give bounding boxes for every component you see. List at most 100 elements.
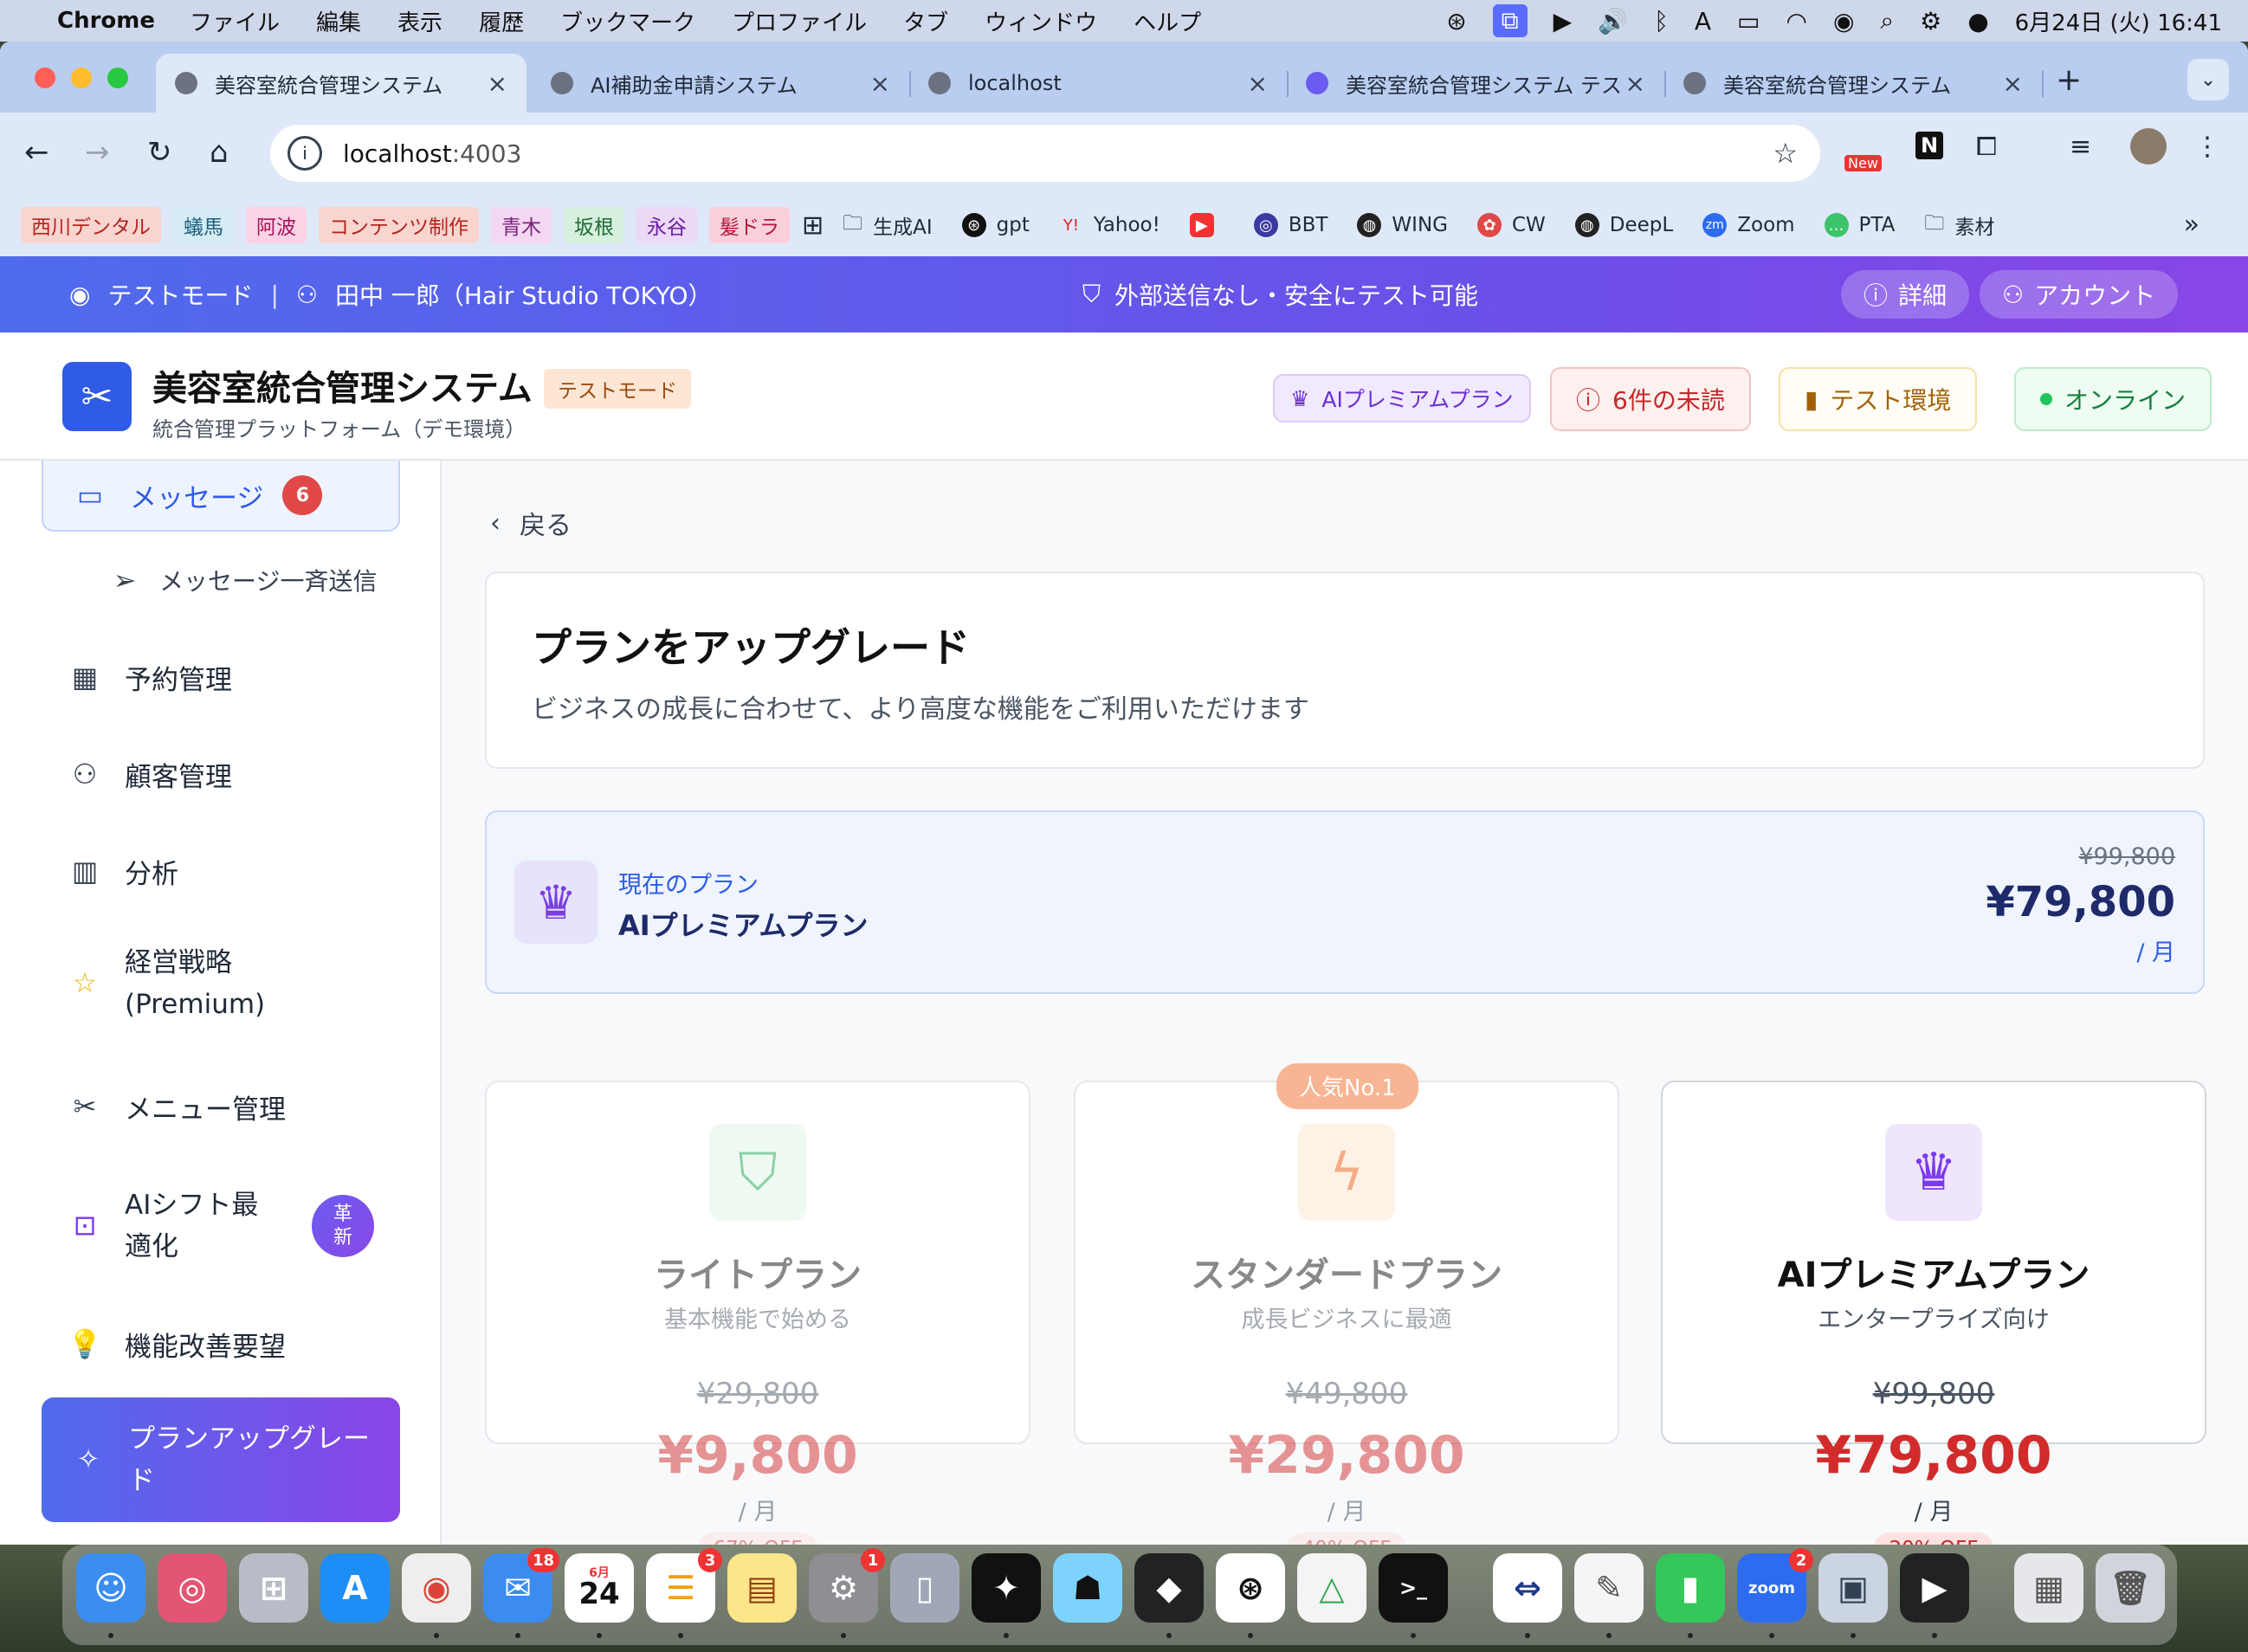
sidebar-item-strategy[interactable]: ☆ 経営戦略 (Premium) (42, 937, 400, 1030)
finder-icon[interactable]: ☺ (76, 1553, 145, 1638)
sparkle-app-icon[interactable]: ✦ (972, 1553, 1041, 1638)
sidebar-item-broadcast[interactable]: ➢ メッセージ一斉送信 (107, 556, 466, 604)
kindle-icon[interactable]: ☗ (1053, 1553, 1122, 1623)
details-button[interactable]: ⓘ 詳細 (1841, 270, 1970, 319)
numbers-icon[interactable]: ▮ (1656, 1553, 1725, 1638)
sidebar-item-feedback[interactable]: 💡 機能改善要望 (42, 1318, 400, 1370)
plan-card-ai-premium[interactable]: ♛ AIプレミアムプラン エンタープライズ向け ¥99,800 ¥79,800 … (1661, 1081, 2206, 1545)
openai-status-icon[interactable]: ⊛ (1446, 7, 1466, 35)
site-info-icon[interactable]: i (287, 136, 322, 171)
tab-5[interactable]: 美容室統合管理システム × (1664, 54, 2044, 113)
textedit-icon[interactable]: ✎ (1574, 1553, 1644, 1638)
zoom-window-button[interactable] (107, 68, 128, 88)
extensions-puzzle-icon[interactable]: ⧠ (1976, 132, 1997, 162)
close-tab-icon[interactable]: × (1625, 69, 1645, 98)
bookmark-link[interactable]: ◎ BBT (1253, 213, 1327, 237)
menubar-app-name[interactable]: Chrome (57, 8, 155, 34)
menu-help[interactable]: ヘルプ (1134, 5, 1201, 37)
scissors-icon[interactable]: ✂ (62, 362, 132, 431)
sidebar-item-ai-shift[interactable]: ⊡ AIシフト最 適化 革 新 (42, 1179, 400, 1273)
apps-grid-icon[interactable]: ⊞ (802, 210, 824, 241)
tab-1[interactable]: 美容室統合管理システム × (156, 54, 526, 113)
spotlight-icon[interactable]: ⌕ (1880, 6, 1894, 35)
address-bar[interactable]: i localhost:4003 ☆ (270, 125, 1820, 182)
bookmark-link[interactable]: ▶ (1189, 213, 1224, 237)
input-source-icon[interactable]: A (1695, 7, 1711, 35)
home-icon[interactable]: ⌂ (210, 135, 229, 170)
cube-app-icon[interactable]: ◆ (1134, 1553, 1204, 1638)
tab-search-button[interactable]: ⌄ (2187, 59, 2229, 100)
close-window-button[interactable] (35, 68, 55, 88)
menu-edit[interactable]: 編集 (316, 5, 361, 37)
bookmark-chip[interactable]: 青木 (491, 207, 552, 243)
menu-view[interactable]: 表示 (397, 5, 442, 37)
plan-card-light[interactable]: ⛉ ライトプラン 基本機能で始める ¥29,800 ¥9,800 / 月 67%… (485, 1081, 1030, 1545)
bookmark-star-icon[interactable]: ☆ (1773, 137, 1798, 170)
reload-icon[interactable]: ↻ (147, 135, 172, 170)
bookmark-chip[interactable]: 西川デンタル (21, 207, 161, 243)
bookmark-link[interactable]: Y! Yahoo! (1059, 213, 1160, 237)
wifi-icon[interactable]: ◠ (1786, 7, 1807, 35)
sidebar-item-customers[interactable]: ⚇ 顧客管理 (42, 748, 400, 800)
more-bookmarks-icon[interactable]: » (2184, 210, 2200, 240)
bookmark-chip[interactable]: コンテンツ制作 (319, 207, 479, 243)
bookmark-link[interactable]: zm Zoom (1702, 213, 1795, 237)
notes-icon[interactable]: ▤ (727, 1553, 797, 1623)
bookmark-chip[interactable]: 阿波 (246, 207, 307, 243)
new-tab-button[interactable]: + (2056, 62, 2082, 98)
back-arrow-icon[interactable]: ← (24, 135, 49, 170)
reading-list-icon[interactable]: ≡ (2070, 132, 2091, 162)
profile-avatar[interactable] (2130, 128, 2167, 165)
close-tab-icon[interactable]: × (870, 69, 890, 98)
close-tab-icon[interactable]: × (488, 69, 507, 98)
close-tab-icon[interactable]: × (1248, 69, 1268, 98)
bookmark-chip[interactable]: 蟻馬 (173, 207, 234, 243)
trash-icon[interactable]: 🗑 (2096, 1553, 2165, 1623)
kebab-menu-icon[interactable]: ⋮ (2194, 132, 2220, 162)
account-button[interactable]: ⚇ アカウント (1980, 270, 2179, 319)
menu-bookmarks[interactable]: ブックマーク (560, 5, 695, 37)
bookmark-chip[interactable]: 髪ドラ (709, 207, 790, 243)
unread-button[interactable]: ⓘ 6件の未読 (1550, 367, 1751, 431)
user-icon[interactable]: ◉ (1833, 7, 1854, 35)
final-cut-icon[interactable]: ▶ (1900, 1553, 1969, 1638)
bookmark-link[interactable]: ✿ CW (1476, 213, 1546, 237)
bookmark-link[interactable]: ⊛ gpt (961, 213, 1030, 237)
sidebar-item-analytics[interactable]: ▥ 分析 (42, 845, 400, 897)
play-icon[interactable]: ▶ (1554, 7, 1573, 35)
chrome-icon[interactable]: ◉ (402, 1553, 471, 1638)
system-settings-icon[interactable]: ⚙ 1 (809, 1548, 885, 1638)
bookmark-folder[interactable]: 🗀 素材 (1924, 209, 1994, 242)
calendar-icon[interactable]: 6月 24 (565, 1553, 634, 1638)
app-store-icon[interactable]: A (320, 1553, 390, 1623)
google-drive-icon[interactable]: △ (1297, 1553, 1366, 1623)
menubar-clock[interactable]: 6月24日 (火) 16:41 (2015, 5, 2222, 37)
menu-profiles[interactable]: プロファイル (732, 5, 867, 37)
forward-arrow-icon[interactable]: → (85, 135, 110, 170)
terminal-icon[interactable]: >_ (1379, 1553, 1448, 1638)
sidebar-item-upgrade[interactable]: ✧ プランアップグレー ド (42, 1397, 400, 1522)
screen-mirror-icon[interactable]: ⧉ (1492, 4, 1528, 37)
preview-icon[interactable]: ▣ (1818, 1553, 1888, 1638)
sidebar-item-menu-management[interactable]: ✂ メニュー管理 (42, 1081, 400, 1133)
affinity-icon[interactable]: ◎ (158, 1553, 227, 1623)
menu-file[interactable]: ファイル (190, 5, 280, 37)
bookmark-chip[interactable]: 坂根 (564, 207, 624, 243)
reminders-icon[interactable]: ☰ 3 (646, 1548, 722, 1638)
plan-card-standard[interactable]: ϟ スタンダードプラン 成長ビジネスに最適 ¥49,800 ¥29,800 / … (1074, 1081, 1619, 1545)
tab-2[interactable]: AI補助金申請システム × (532, 54, 911, 113)
close-tab-icon[interactable]: × (2003, 69, 2023, 98)
tab-3[interactable]: localhost × (909, 54, 1289, 113)
volume-icon[interactable]: 🔊 (1598, 7, 1628, 35)
bookmark-link[interactable]: … PTA (1824, 213, 1895, 237)
sidebar-item-reservations[interactable]: ▦ 予約管理 (42, 651, 400, 703)
minimize-window-button[interactable] (71, 68, 92, 88)
teamviewer-icon[interactable]: ⇔ (1493, 1553, 1562, 1638)
menu-window[interactable]: ウィンドウ (985, 5, 1097, 37)
bookmark-link[interactable]: ◍ WING (1357, 213, 1448, 237)
menu-history[interactable]: 履歴 (479, 5, 524, 37)
back-link[interactable]: ‹ 戻る (490, 504, 572, 542)
bluetooth-icon[interactable]: ᛒ (1654, 7, 1669, 35)
chatgpt-icon[interactable]: ⊛ (1216, 1553, 1285, 1638)
zoom-icon[interactable]: zoom 2 (1737, 1548, 1813, 1638)
